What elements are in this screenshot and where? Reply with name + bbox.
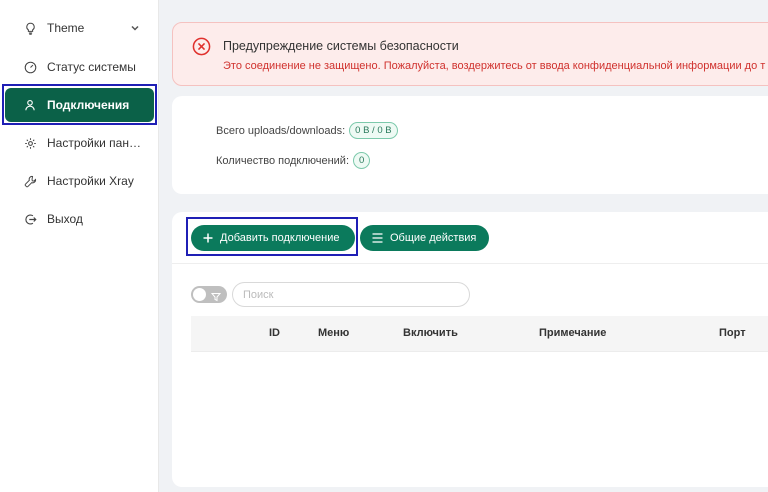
alert-message: Это соединение не защищено. Пожалуйста, … (223, 60, 766, 72)
dashboard-icon (23, 60, 37, 74)
selection-highlight (2, 84, 157, 125)
toggle-knob (193, 288, 206, 301)
filter-toggle[interactable] (191, 286, 227, 303)
lightbulb-icon (23, 21, 37, 35)
table-header: ID Меню Включить Примечание Порт (191, 316, 768, 352)
column-header-enable[interactable]: Включить (403, 327, 458, 339)
security-alert: Предупреждение системы безопасности Это … (172, 22, 768, 86)
sidebar-item-panel-settings[interactable]: Настройки панели (5, 126, 154, 160)
traffic-label: Всего uploads/downloads: (216, 124, 346, 137)
divider (172, 263, 768, 264)
sidebar-item-label: Настройки панели (47, 136, 142, 150)
column-header-remark[interactable]: Примечание (539, 327, 606, 339)
sidebar: Theme Статус системы Подключения Настрой… (0, 0, 159, 492)
sidebar-item-label: Выход (47, 212, 83, 226)
tool-icon (23, 174, 37, 188)
stats-card: Всего uploads/downloads: 0 B / 0 B Колич… (172, 96, 768, 194)
connections-stat: Количество подключений: 0 (216, 152, 371, 169)
column-header-port[interactable]: Порт (719, 327, 746, 339)
general-actions-label: Общие действия (390, 232, 477, 244)
sidebar-item-label: Настройки Xray (47, 174, 134, 188)
traffic-badge: 0 B / 0 B (349, 122, 398, 139)
sidebar-item-xray-settings[interactable]: Настройки Xray (5, 164, 154, 198)
search-input[interactable] (232, 282, 470, 307)
logout-icon (23, 212, 37, 226)
filter-icon (210, 289, 222, 307)
sidebar-item-label: Статус системы (47, 60, 136, 74)
menu-icon (372, 233, 383, 243)
selection-highlight (186, 217, 358, 256)
connections-label: Количество подключений: (216, 154, 350, 167)
sidebar-item-theme[interactable]: Theme (5, 11, 154, 45)
connections-badge: 0 (353, 152, 371, 169)
sidebar-item-system-status[interactable]: Статус системы (5, 50, 154, 84)
chevron-down-icon (130, 22, 140, 36)
general-actions-button[interactable]: Общие действия (360, 225, 489, 251)
alert-title: Предупреждение системы безопасности (223, 39, 459, 53)
column-header-menu[interactable]: Меню (318, 327, 349, 339)
sidebar-item-label: Theme (47, 21, 85, 35)
sidebar-item-logout[interactable]: Выход (5, 202, 154, 236)
traffic-stat: Всего uploads/downloads: 0 B / 0 B (216, 122, 398, 139)
column-header-id[interactable]: ID (269, 327, 280, 339)
gear-icon (23, 136, 37, 150)
close-circle-icon (192, 37, 211, 61)
